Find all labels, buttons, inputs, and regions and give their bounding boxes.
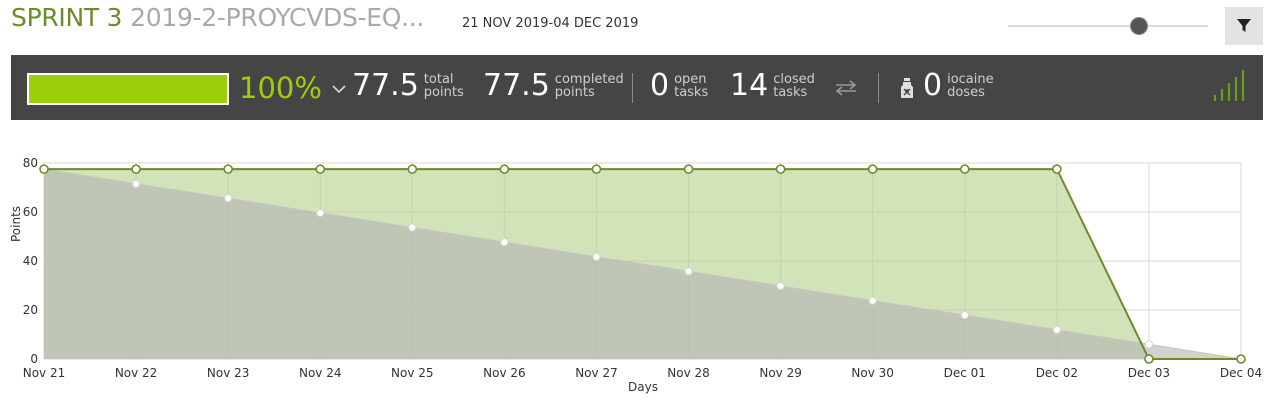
open-tasks-value: 0 (650, 68, 670, 103)
sprint-title: SPRINT 3 2019-2-PROYCVDS-EQ... (11, 3, 424, 32)
real-point (131, 164, 141, 174)
x-tick-label: Nov 23 (207, 366, 250, 380)
y-tick-label: 40 (23, 254, 38, 268)
ideal-point (592, 252, 601, 261)
ideal-point (868, 296, 877, 305)
x-tick-label: Nov 28 (667, 366, 710, 380)
filter-button[interactable] (1225, 7, 1263, 45)
ideal-point (1144, 340, 1154, 349)
x-tick-label: Dec 03 (1128, 366, 1170, 380)
project-name[interactable]: 2019-2-PROYCVDS-EQ... (130, 3, 424, 32)
x-tick-label: Nov 29 (759, 366, 802, 380)
y-tick-label: 80 (23, 156, 38, 170)
ideal-point (408, 223, 417, 232)
swap-arrows-icon[interactable] (835, 79, 857, 97)
sprint-stats-bar: 100% 77.5 total points 77.5 completed po… (11, 55, 1263, 120)
real-point (1144, 354, 1154, 364)
real-point (867, 164, 878, 174)
x-tick-label: Nov 24 (299, 366, 342, 380)
real-point (1052, 164, 1062, 174)
iocaine-potion-icon[interactable] (899, 77, 915, 99)
progress-percentage: 100% (239, 71, 322, 105)
real-point (407, 164, 418, 174)
zoom-slider-track[interactable] (1008, 25, 1208, 27)
total-points-label-line2: points (423, 85, 464, 100)
ideal-point (224, 194, 233, 203)
stats-divider (632, 73, 633, 103)
real-point (499, 164, 510, 174)
real-point (223, 164, 233, 174)
real-point (683, 164, 694, 174)
real-point (39, 164, 49, 174)
real-point (959, 164, 970, 174)
filter-icon (1237, 19, 1251, 32)
open-tasks-label-line2: tasks (674, 85, 709, 100)
closed-tasks-stat: 14 closed tasks (730, 69, 815, 103)
x-tick-label: Nov 22 (115, 366, 158, 380)
ideal-point (1052, 325, 1061, 334)
real-point (315, 164, 326, 174)
total-points-stat: 77.5 total points (352, 69, 464, 103)
y-tick-label: 0 (30, 352, 38, 366)
ideal-point (776, 281, 785, 291)
y-tick-label: 20 (23, 303, 38, 317)
completed-points-label-line2: points (554, 85, 595, 100)
real-point (591, 164, 602, 174)
y-axis-title: Points (9, 206, 23, 242)
x-tick-label: Nov 27 (575, 366, 618, 380)
sprint-dates: 21 NOV 2019-04 DEC 2019 (462, 16, 639, 31)
x-tick-label: Nov 30 (851, 366, 894, 380)
x-tick-label: Dec 04 (1220, 366, 1262, 380)
ideal-point (684, 267, 693, 276)
progress-bar (27, 73, 229, 105)
burndown-chart: 0 20 40 60 80 Nov 21 Nov 22 Nov 23 Nov 24 Nov 25 N… (9, 156, 1262, 394)
progress-bar-fill (29, 75, 227, 103)
zoom-slider-handle[interactable] (1131, 18, 1147, 34)
sprint-header: SPRINT 3 2019-2-PROYCVDS-EQ... 21 NOV 201… (0, 0, 1269, 50)
open-tasks-stat: 0 open tasks (650, 69, 708, 103)
x-tick-label: Nov 21 (23, 366, 66, 380)
x-tick-label: Dec 01 (944, 366, 986, 380)
ideal-point (500, 238, 509, 247)
chevron-down-icon[interactable] (331, 83, 347, 95)
x-tick-label: Dec 02 (1036, 366, 1078, 380)
completed-points-stat: 77.5 completed points (483, 69, 624, 103)
iocaine-label-line2: doses (947, 85, 985, 100)
stats-divider (878, 73, 879, 103)
x-axis-title: Days (628, 380, 658, 394)
signal-bars-icon[interactable] (1213, 67, 1249, 103)
real-point (1236, 354, 1246, 364)
ideal-point (960, 311, 969, 320)
sprint-name[interactable]: SPRINT 3 (11, 3, 122, 32)
iocaine-doses-value: 0 (923, 68, 943, 103)
ideal-point (316, 208, 325, 218)
x-tick-label: Nov 26 (483, 366, 526, 380)
closed-tasks-label-line2: tasks (773, 85, 808, 100)
completed-points-value: 77.5 (483, 68, 550, 103)
real-point (775, 164, 786, 174)
y-tick-label: 60 (23, 205, 38, 219)
x-tick-label: Nov 25 (391, 366, 434, 380)
ideal-point (131, 179, 141, 188)
total-points-value: 77.5 (352, 68, 419, 103)
iocaine-stat: 0 iocaine doses (923, 69, 994, 103)
closed-tasks-value: 14 (730, 68, 769, 103)
